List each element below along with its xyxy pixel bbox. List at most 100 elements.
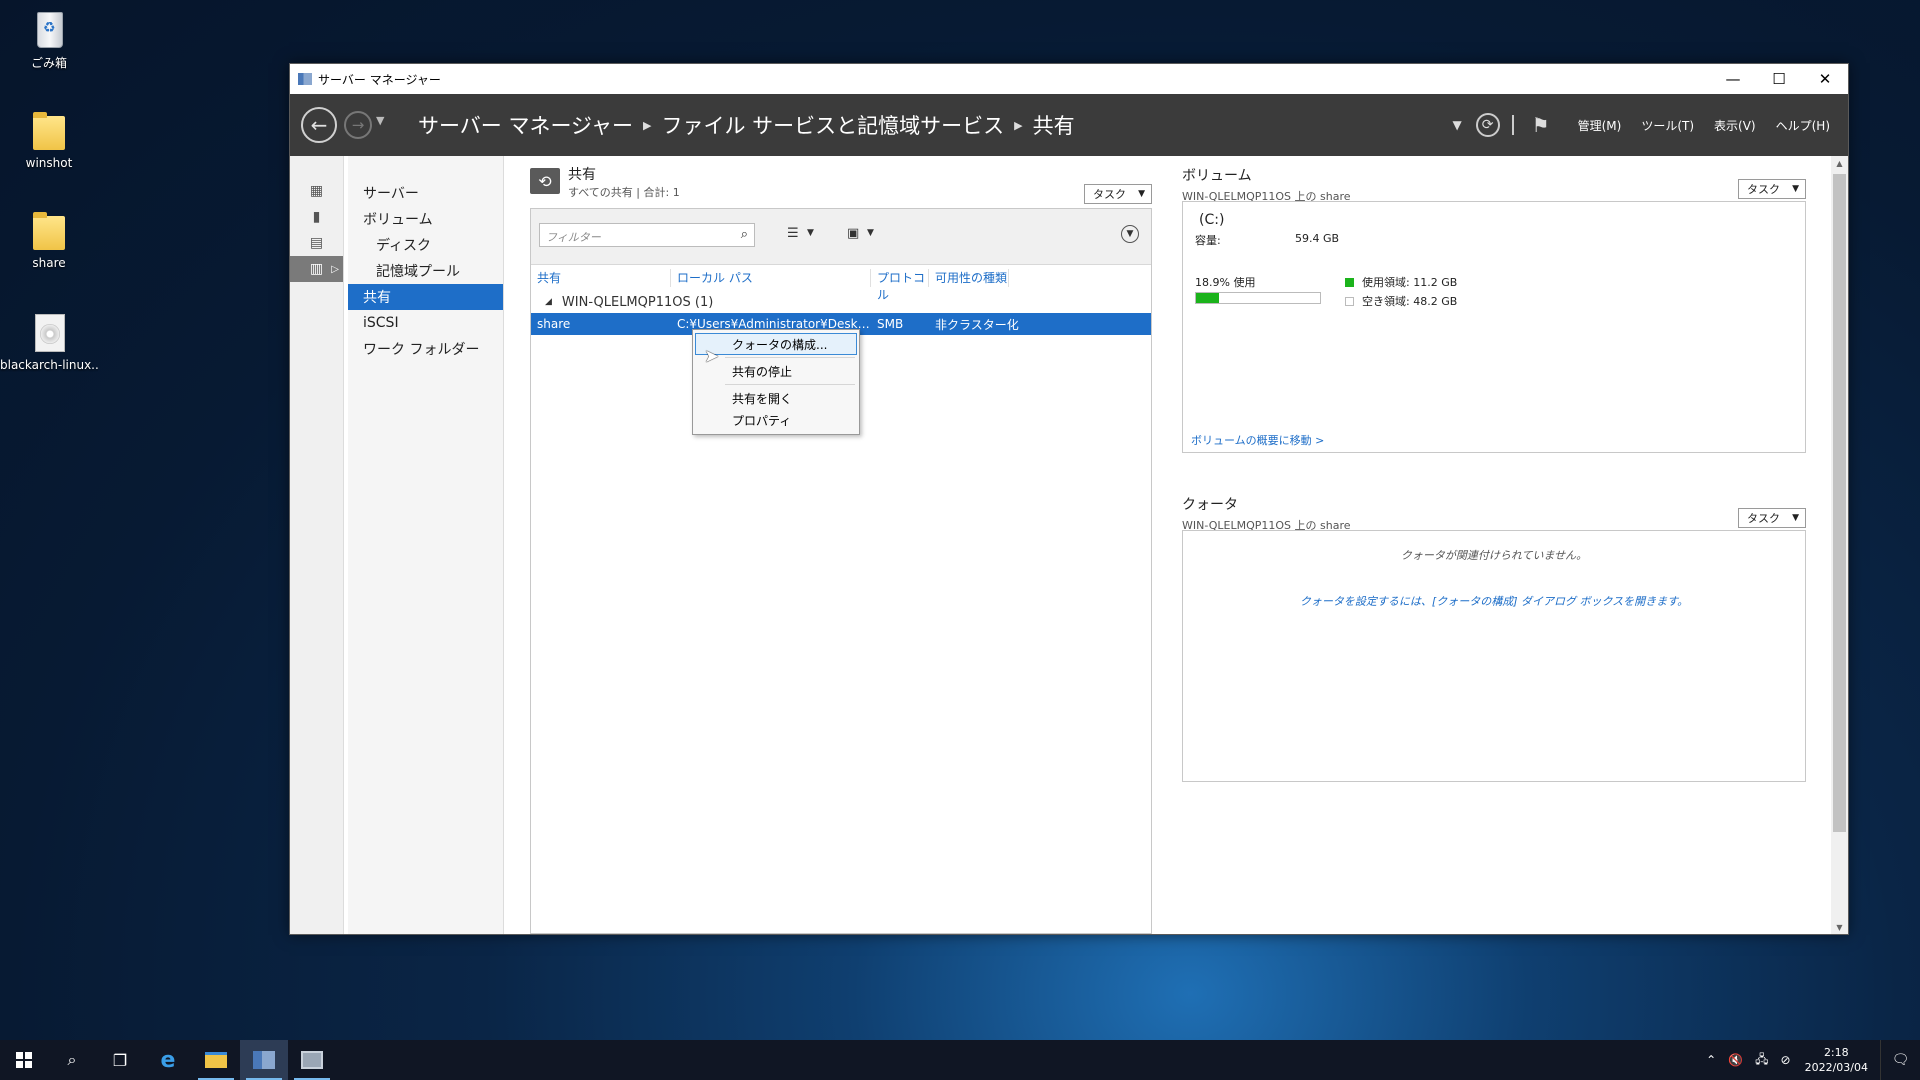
column-local-path[interactable]: ローカル パス	[671, 269, 871, 287]
mouse-cursor-icon: ➤	[704, 346, 720, 367]
breadcrumb-file-services[interactable]: ファイル サービスと記憶域サービス	[661, 110, 1004, 140]
menu-item-stop-sharing[interactable]: 共有の停止	[695, 360, 857, 382]
refresh-icon[interactable]: ⟳	[1475, 113, 1500, 137]
rail-all-servers[interactable]: ▤	[290, 230, 343, 256]
taskbar: ⌕ ❐ e ⌃ 🔇 🖧 ⊘ 2:18 2022/03/04 🗨	[0, 1040, 1920, 1080]
filter-input[interactable]: フィルター ⌕	[539, 223, 755, 247]
subnav-volumes[interactable]: ボリューム	[348, 206, 503, 232]
shares-refresh-icon: ⟲	[530, 168, 560, 194]
back-button[interactable]: ←	[301, 107, 337, 143]
menu-item-properties[interactable]: プロパティ	[695, 409, 857, 431]
breadcrumb-separator-icon: ▶	[643, 118, 652, 132]
column-availability[interactable]: 可用性の種類	[929, 269, 1009, 287]
title-bar[interactable]: サーバー マネージャー — ☐ ✕	[290, 64, 1848, 94]
internet-explorer-button[interactable]: e	[144, 1040, 192, 1080]
server-manager-taskbar-button[interactable]	[240, 1040, 288, 1080]
menu-view[interactable]: 表示(V)	[1714, 117, 1756, 134]
desktop-icon-blackarch[interactable]: blackarch-linux...	[0, 312, 98, 372]
menu-help[interactable]: ヘルプ(H)	[1776, 117, 1830, 134]
chevron-up-icon[interactable]: ⌃	[1706, 1053, 1716, 1067]
subnav-work-folders[interactable]: ワーク フォルダー	[348, 336, 503, 362]
dropdown-arrow-icon[interactable]: ▼	[1452, 118, 1461, 132]
breadcrumb-shares: 共有	[1032, 114, 1075, 138]
subnav-servers[interactable]: サーバー	[348, 180, 503, 206]
notification-flag-icon[interactable]: ⚑	[1532, 113, 1550, 137]
quota-details-box: クォータが関連付けられていません。 クォータを設定するには、[クォータの構成] …	[1182, 530, 1806, 782]
chevron-down-icon[interactable]: ▼	[867, 228, 874, 238]
server-manager-icon	[253, 1051, 275, 1069]
column-protocol[interactable]: プロトコル	[871, 269, 929, 302]
volume-panel: ボリューム WIN-QLELMQP11OS 上の share タスク ▼ (C:…	[1182, 165, 1806, 455]
subnav-disks[interactable]: ディスク	[348, 232, 503, 258]
volume-tasks-button[interactable]: タスク ▼	[1738, 179, 1806, 199]
system-tray: ⌃ 🔇 🖧 ⊘ 2:18 2022/03/04 🗨	[1700, 1040, 1920, 1080]
used-percent: 18.9% 使用	[1195, 276, 1256, 289]
desktop-icon-label: winshot	[25, 156, 73, 170]
subnav-storage-pools[interactable]: 記憶域プール	[348, 258, 503, 284]
list-options-icon[interactable]: ☰	[787, 226, 799, 241]
server-group-row[interactable]: ◢ WIN-QLELMQP11OS (1)	[531, 291, 1151, 313]
volume-title: ボリューム	[1182, 168, 1252, 184]
save-query-icon[interactable]: ▣	[847, 226, 859, 241]
forward-button[interactable]: →	[344, 111, 372, 139]
expand-collapse-icon[interactable]: ▼	[1121, 225, 1139, 243]
breadcrumb: サーバー マネージャー ▶ ファイル サービスと記憶域サービス ▶ 共有	[418, 110, 1075, 140]
history-dropdown-icon[interactable]: ▼	[376, 114, 384, 127]
start-button[interactable]	[0, 1040, 48, 1080]
menu-item-open-share[interactable]: 共有を開く	[695, 387, 857, 409]
shares-tasks-button[interactable]: タスク ▼	[1084, 184, 1152, 204]
collapse-triangle-icon[interactable]: ◢	[545, 297, 552, 307]
menu-separator	[725, 357, 855, 358]
rail-local-server[interactable]: ▮	[290, 204, 343, 230]
rail-dashboard[interactable]: ▦	[290, 178, 343, 204]
action-center-icon[interactable]: 🗨	[1880, 1040, 1920, 1080]
all-servers-icon: ▤	[309, 235, 324, 251]
volume-details-box: (C:) 容量: 59.4 GB 18.9% 使用 使用領域: 11.2 GB …	[1182, 201, 1806, 453]
recycle-bin-icon	[37, 12, 63, 48]
subnav-iscsi[interactable]: iSCSI	[348, 310, 503, 336]
menu-item-configure-quota[interactable]: クォータの構成...	[695, 333, 857, 355]
remote-desktop-taskbar-button[interactable]	[288, 1040, 336, 1080]
vertical-scrollbar[interactable]: ▲ ▼	[1831, 156, 1848, 934]
breadcrumb-server-manager[interactable]: サーバー マネージャー	[418, 110, 633, 140]
status-icon[interactable]: ⊘	[1781, 1053, 1791, 1067]
subnav-shares[interactable]: 共有	[348, 284, 503, 310]
scroll-up-icon[interactable]: ▲	[1831, 156, 1848, 170]
tasks-label: タスク	[1093, 188, 1126, 201]
local-server-icon: ▮	[312, 209, 321, 225]
chevron-down-icon: ▼	[1792, 513, 1799, 523]
file-explorer-button[interactable]	[192, 1040, 240, 1080]
task-view-button[interactable]: ❐	[96, 1040, 144, 1080]
quota-title: クォータ	[1182, 497, 1238, 513]
scroll-down-icon[interactable]: ▼	[1831, 920, 1848, 934]
search-button[interactable]: ⌕	[48, 1040, 96, 1080]
desktop-icon-label: share	[32, 256, 66, 270]
menu-tools[interactable]: ツール(T)	[1641, 117, 1694, 134]
rail-file-services[interactable]: ▥	[290, 256, 343, 282]
quota-panel: クォータ WIN-QLELMQP11OS 上の share タスク ▼ クォータ…	[1182, 494, 1806, 784]
capacity-label: 容量:	[1195, 234, 1221, 247]
search-icon[interactable]: ⌕	[741, 227, 748, 242]
maximize-button[interactable]: ☐	[1756, 64, 1802, 94]
close-button[interactable]: ✕	[1802, 64, 1848, 94]
scroll-thumb[interactable]	[1833, 174, 1846, 832]
desktop-icon-share[interactable]: share	[0, 210, 98, 270]
quota-configure-hint[interactable]: クォータを設定するには、[クォータの構成] ダイアログ ボックスを開きます。	[1183, 593, 1805, 609]
network-icon[interactable]: 🖧	[1755, 1050, 1768, 1071]
breadcrumb-separator-icon: ▶	[1014, 118, 1023, 132]
go-to-volume-overview-link[interactable]: ボリュームの概要に移動 >	[1191, 432, 1324, 448]
quota-tasks-button[interactable]: タスク ▼	[1738, 508, 1806, 528]
minimize-button[interactable]: —	[1710, 64, 1756, 94]
capacity-value: 59.4 GB	[1295, 232, 1340, 245]
desktop-icon-recycle-bin[interactable]: ごみ箱	[0, 8, 98, 71]
shares-subtitle: すべての共有 | 合計: 1	[568, 186, 680, 199]
cell-share: share	[537, 317, 571, 331]
column-headers: 共有 ローカル パス プロトコル 可用性の種類	[531, 265, 1151, 302]
menu-manage[interactable]: 管理(M)	[1578, 117, 1622, 134]
speaker-muted-icon[interactable]: 🔇	[1728, 1053, 1743, 1067]
chevron-down-icon[interactable]: ▼	[807, 228, 814, 238]
clock[interactable]: 2:18 2022/03/04	[1805, 1045, 1868, 1075]
desktop-icon-winshot[interactable]: winshot	[0, 110, 98, 170]
cell-availability: 非クラスター化	[935, 317, 1019, 332]
column-share[interactable]: 共有	[531, 269, 671, 287]
